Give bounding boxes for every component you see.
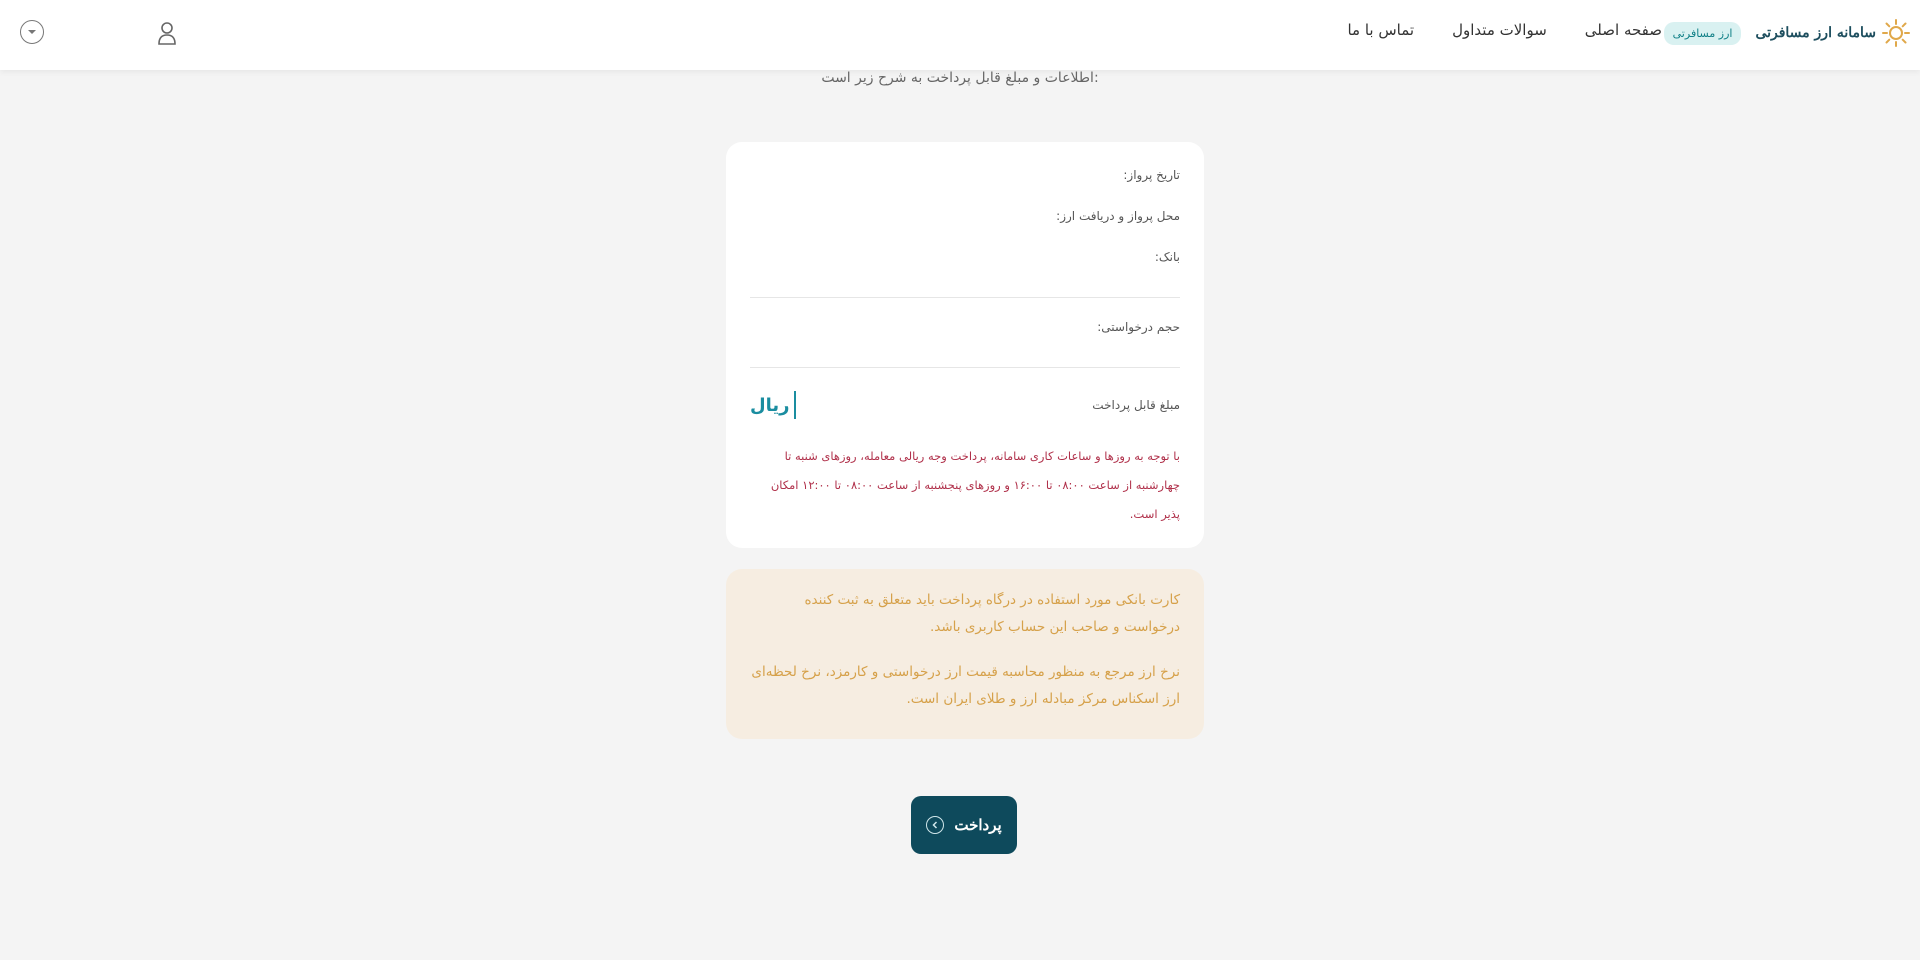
nav-contact[interactable]: تماس با ما bbox=[1347, 21, 1414, 39]
working-hours-notice: با توجه به روزها و ساعات کاری سامانه، پر… bbox=[770, 449, 1180, 521]
payable-amount-unit: ریال bbox=[750, 394, 790, 416]
payment-notice-card: کارت بانکی مورد استفاده در درگاه پرداخت … bbox=[726, 569, 1204, 739]
nav-faq[interactable]: سوالات متداول bbox=[1452, 21, 1547, 39]
flight-location-label: محل پرواز و دریافت ارز: bbox=[1056, 209, 1180, 223]
rate-reference-notice: نرخ ارز مرجع به منظور محاسبه قیمت ارز در… bbox=[751, 664, 1180, 707]
card-owner-notice: کارت بانکی مورد استفاده در درگاه پرداخت … bbox=[804, 592, 1180, 635]
divider bbox=[750, 367, 1180, 368]
chevron-down-icon bbox=[28, 30, 36, 34]
sun-logo-icon bbox=[1882, 19, 1910, 47]
brand-badge: ارز مسافرتی bbox=[1663, 21, 1742, 45]
pay-button[interactable]: پرداخت bbox=[911, 796, 1017, 854]
payment-details-card: تاریخ پرواز: محل پرواز و دریافت ارز: بان… bbox=[726, 142, 1204, 548]
payable-amount-row: مبلغ قابل پرداخت ریال bbox=[750, 390, 1180, 420]
brand-name: سامانه ارز مسافرتی bbox=[1755, 25, 1876, 41]
main-nav: صفحه اصلی سوالات متداول تماس با ما bbox=[1347, 21, 1662, 39]
nav-home[interactable]: صفحه اصلی bbox=[1585, 21, 1662, 39]
user-icon[interactable] bbox=[156, 20, 178, 46]
divider bbox=[750, 297, 1180, 298]
flight-date-label: تاریخ پرواز: bbox=[1123, 168, 1180, 182]
request-volume-label: حجم درخواستی: bbox=[1097, 320, 1180, 334]
site-header: سامانه ارز مسافرتی ارز مسافرتی صفحه اصلی… bbox=[0, 0, 1920, 70]
brand-logo[interactable]: سامانه ارز مسافرتی ارز مسافرتی bbox=[1663, 14, 1910, 52]
pay-button-label: پرداخت bbox=[954, 817, 1002, 834]
text-cursor bbox=[793, 391, 796, 419]
payable-amount-value: ریال bbox=[750, 391, 796, 419]
page-intro: اطلاعات و مبلغ قابل پرداخت به شرح زیر اس… bbox=[821, 70, 1099, 86]
arrow-circle-icon bbox=[926, 816, 945, 834]
language-dropdown[interactable] bbox=[20, 20, 44, 44]
bank-label: بانک: bbox=[1154, 250, 1180, 264]
payable-amount-label: مبلغ قابل پرداخت bbox=[1092, 398, 1180, 412]
